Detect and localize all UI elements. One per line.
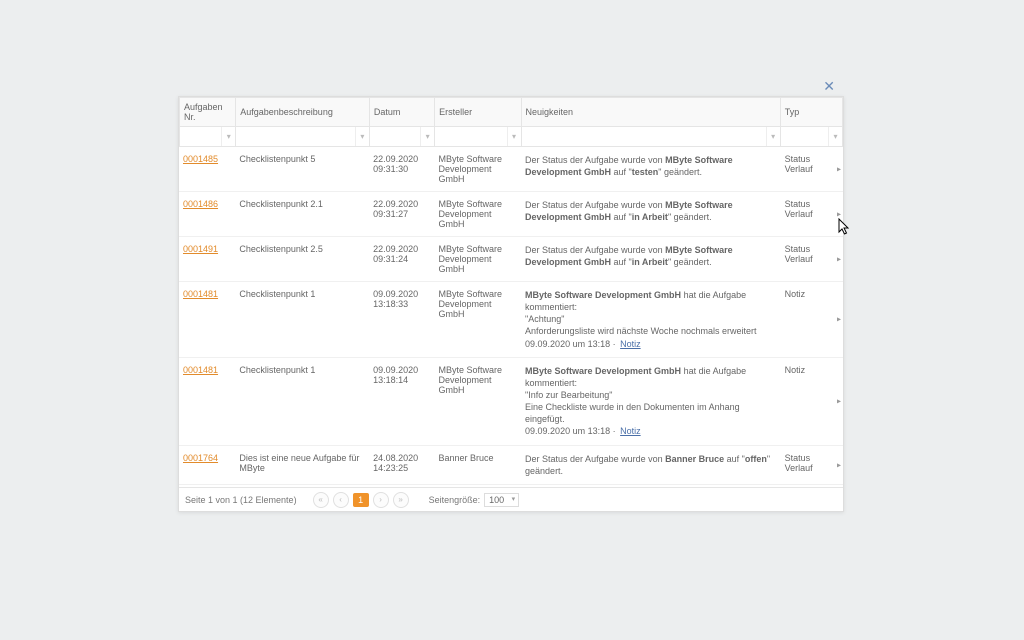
expand-icon[interactable]: ▸: [835, 255, 843, 264]
task-news: MByte Software Development GmbH hat die …: [521, 357, 781, 445]
filter-typ[interactable]: [781, 127, 828, 146]
task-ersteller: MByte Software Development GmbH: [435, 357, 522, 445]
table-row: 0001762Kontrakt mit zweitem Lieferanten …: [179, 484, 843, 487]
task-desc: Checklistenpunkt 5: [235, 147, 369, 192]
task-table-header: Aufgaben Nr. Aufgabenbeschreibung Datum …: [179, 97, 843, 147]
task-desc: Checklistenpunkt 1: [235, 282, 369, 358]
task-datum: 22.09.2020 09:31:27: [369, 192, 434, 237]
filter-ersteller[interactable]: [435, 127, 506, 146]
task-nr-link[interactable]: 0001486: [183, 199, 218, 209]
pager-current[interactable]: 1: [353, 493, 369, 507]
task-desc: Kontrakt mit zweitem Lieferanten verhand…: [235, 484, 369, 487]
task-news: Der Status der Aufgabe wurde von MByte S…: [521, 192, 781, 237]
task-desc: Checklistenpunkt 2.1: [235, 192, 369, 237]
task-desc: Checklistenpunkt 1: [235, 357, 369, 445]
task-typ: Status Verlauf▸: [781, 445, 843, 484]
expand-icon[interactable]: ▸: [835, 460, 843, 469]
task-desc: Checklistenpunkt 2.5: [235, 237, 369, 282]
col-desc[interactable]: Aufgabenbeschreibung: [236, 98, 370, 127]
filter-icon[interactable]: ▾: [766, 127, 780, 146]
header-row: Aufgaben Nr. Aufgabenbeschreibung Datum …: [180, 98, 843, 127]
task-news: MByte Software Development GmbH hat die …: [521, 282, 781, 358]
filter-icon[interactable]: ▾: [355, 127, 369, 146]
expand-icon[interactable]: ▸: [835, 210, 843, 219]
table-row: 0001764 Dies ist eine neue Aufgabe für MB…: [179, 445, 843, 484]
task-datum: 05.08.2020 15:04:36: [369, 484, 434, 487]
task-news: Der Status der Aufgabe wurde von MByte S…: [521, 237, 781, 282]
task-datum: 09.09.2020 13:18:33: [369, 282, 434, 358]
task-news: MByte Software Development GmbH hat die …: [521, 484, 781, 487]
task-nr-link[interactable]: 0001485: [183, 154, 218, 164]
task-typ: Notiz▸: [781, 484, 843, 487]
filter-desc[interactable]: [236, 127, 355, 146]
col-datum[interactable]: Datum: [369, 98, 434, 127]
col-typ[interactable]: Typ: [780, 98, 842, 127]
table-row: 0001486 Checklistenpunkt 2.122.09.2020 09…: [179, 192, 843, 237]
pager-prev[interactable]: ‹: [333, 492, 349, 508]
task-news: Der Status der Aufgabe wurde von MByte S…: [521, 147, 781, 192]
task-ersteller: MByte Software Development GmbH: [435, 484, 522, 487]
table-row: 0001491 Checklistenpunkt 2.522.09.2020 09…: [179, 237, 843, 282]
filter-neu[interactable]: [522, 127, 766, 146]
task-typ: Notiz▸: [781, 282, 843, 358]
filter-icon[interactable]: ▾: [420, 127, 434, 146]
pager-size-select[interactable]: 100: [484, 493, 519, 507]
pager-sizelabel: Seitengröße:: [429, 495, 481, 505]
filter-icon[interactable]: ▾: [507, 127, 521, 146]
task-typ: Status Verlauf▸: [781, 147, 843, 192]
pager-last[interactable]: »: [393, 492, 409, 508]
filter-row: ▾ ▾ ▾ ▾ ▾ ▾: [180, 127, 843, 147]
filter-icon[interactable]: ▾: [828, 127, 842, 146]
task-news: Der Status der Aufgabe wurde von Banner …: [521, 445, 781, 484]
task-ersteller: MByte Software Development GmbH: [435, 147, 522, 192]
task-nr-link[interactable]: 0001491: [183, 244, 218, 254]
col-nr[interactable]: Aufgaben Nr.: [180, 98, 236, 127]
pager-first[interactable]: «: [313, 492, 329, 508]
task-nr-link[interactable]: 0001481: [183, 289, 218, 299]
pager-next[interactable]: ›: [373, 492, 389, 508]
task-datum: 22.09.2020 09:31:24: [369, 237, 434, 282]
table-row: 0001481 Checklistenpunkt 109.09.2020 13:1…: [179, 282, 843, 358]
task-ersteller: Banner Bruce: [435, 445, 522, 484]
expand-icon[interactable]: ▸: [835, 165, 843, 174]
task-typ: Notiz▸: [781, 357, 843, 445]
pager: Seite 1 von 1 (12 Elemente) « ‹ 1 › » Se…: [179, 487, 843, 511]
task-typ: Status Verlauf▸: [781, 237, 843, 282]
notiz-link[interactable]: Notiz: [620, 426, 641, 436]
col-ersteller[interactable]: Ersteller: [435, 98, 521, 127]
filter-icon[interactable]: ▾: [221, 127, 235, 146]
task-desc: Dies ist eine neue Aufgabe für MByte: [235, 445, 369, 484]
close-icon[interactable]: ✕: [823, 79, 835, 93]
filter-nr[interactable]: [180, 127, 221, 146]
task-ersteller: MByte Software Development GmbH: [435, 282, 522, 358]
task-nr-link[interactable]: 0001764: [183, 453, 218, 463]
col-neu[interactable]: Neuigkeiten: [521, 98, 780, 127]
task-news-dialog: ✕ Aufgaben Nr. Aufgabenbeschreibung Datu…: [178, 96, 844, 512]
task-typ: Status Verlauf▸: [781, 192, 843, 237]
task-datum: 22.09.2020 09:31:30: [369, 147, 434, 192]
table-body-scroll[interactable]: 0001485 Checklistenpunkt 522.09.2020 09:3…: [179, 147, 843, 487]
notiz-link[interactable]: Notiz: [620, 339, 641, 349]
task-datum: 09.09.2020 13:18:14: [369, 357, 434, 445]
filter-datum[interactable]: [370, 127, 420, 146]
table-row: 0001485 Checklistenpunkt 522.09.2020 09:3…: [179, 147, 843, 192]
expand-icon[interactable]: ▸: [835, 397, 843, 406]
task-ersteller: MByte Software Development GmbH: [435, 192, 522, 237]
table-row: 0001481 Checklistenpunkt 109.09.2020 13:1…: [179, 357, 843, 445]
expand-icon[interactable]: ▸: [835, 315, 843, 324]
pager-info: Seite 1 von 1 (12 Elemente): [185, 495, 297, 505]
task-datum: 24.08.2020 14:23:25: [369, 445, 434, 484]
task-nr-link[interactable]: 0001481: [183, 365, 218, 375]
task-ersteller: MByte Software Development GmbH: [435, 237, 522, 282]
